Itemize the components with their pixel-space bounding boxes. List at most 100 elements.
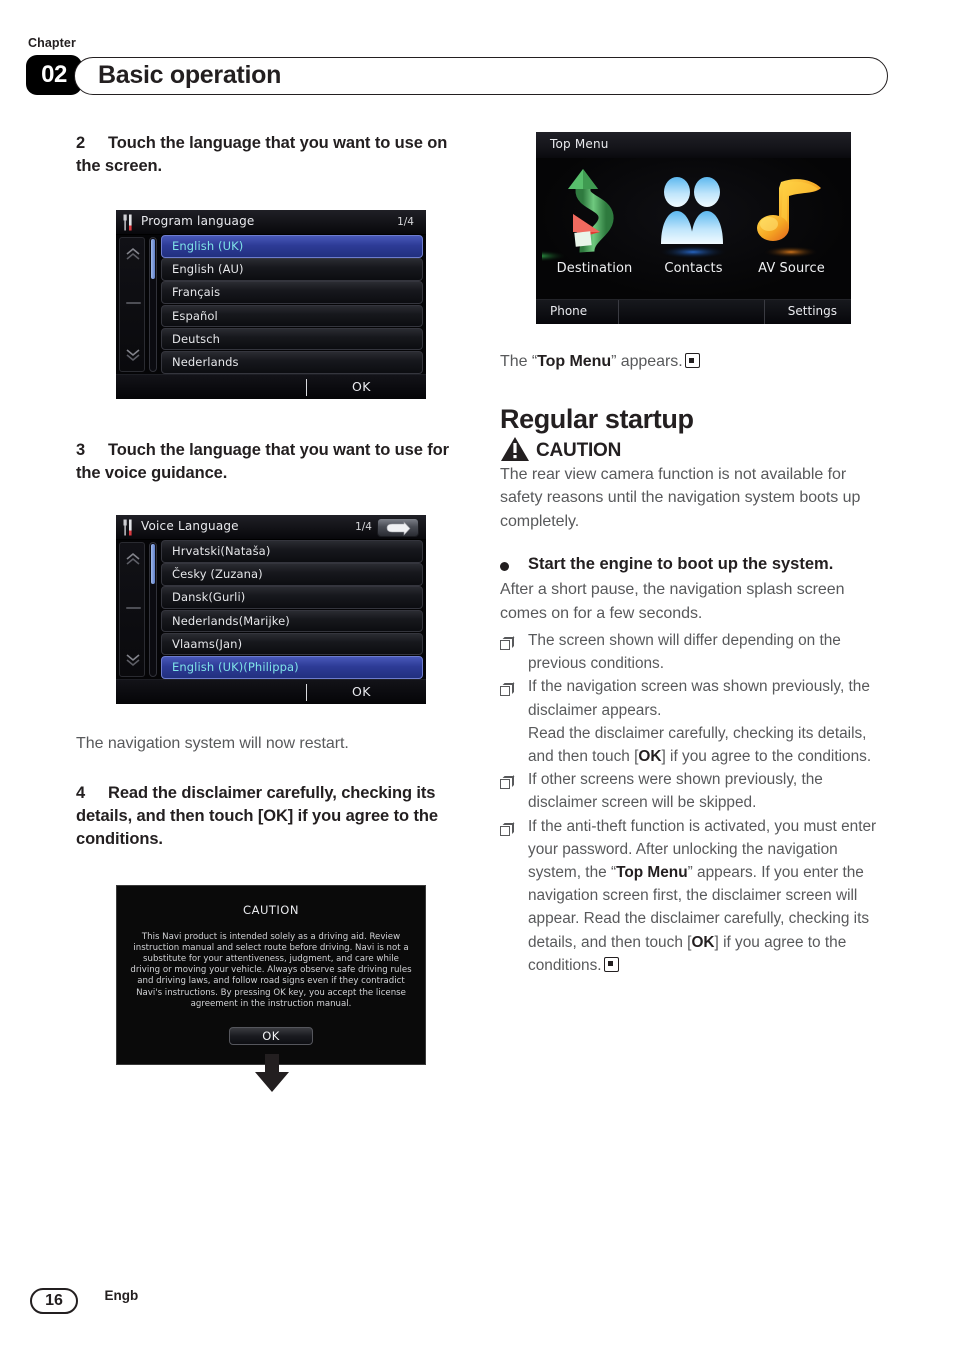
- list-item[interactable]: Nederlands: [161, 350, 423, 374]
- step-3-text: Touch the language that you want to use …: [76, 441, 449, 482]
- list-item-label: English (UK): [172, 239, 244, 253]
- bullet-dot-icon: [500, 553, 528, 578]
- page-title: Basic operation: [98, 61, 282, 89]
- contacts-glyph: [641, 166, 746, 261]
- program-language-body: English (UK) English (AU) Français Españ…: [116, 235, 426, 374]
- caution-text: The rear view camera function is not ava…: [500, 465, 861, 530]
- voice-language-scrollbar[interactable]: [149, 542, 157, 677]
- top-menu-phone-button[interactable]: Phone: [550, 304, 587, 318]
- list-item-label: Nederlands: [172, 354, 239, 369]
- note-item: If the anti-theft function is activated,…: [500, 815, 892, 977]
- note-text: If the navigation screen was shown previ…: [528, 678, 872, 766]
- back-arrow-icon: [386, 521, 411, 536]
- list-item-label: Česky (Zuzana): [172, 567, 263, 582]
- scroll-divider: [126, 302, 141, 304]
- page-number-badge: 16: [30, 1288, 78, 1314]
- top-menu-destination[interactable]: Destination: [536, 166, 647, 276]
- voice-language-screenshot: Voice Language 1/4 Hrvatski(Nataša) Česk…: [116, 515, 426, 704]
- boot-bullet: Start the engine to boot up the system.: [500, 553, 892, 578]
- program-language-titlebar: Program language 1/4: [116, 210, 426, 235]
- scroll-down-icon[interactable]: [125, 348, 141, 362]
- program-language-scrollbar[interactable]: [149, 237, 157, 372]
- notes-list: The screen shown will differ depending o…: [500, 629, 892, 977]
- caution-heading: CAUTION: [500, 436, 892, 462]
- voice-language-footer: OK: [116, 679, 426, 704]
- list-item[interactable]: English (UK): [161, 235, 423, 258]
- list-item[interactable]: English (AU): [161, 258, 423, 281]
- top-menu-title: Top Menu: [550, 137, 609, 151]
- top-menu-contacts[interactable]: Contacts: [641, 166, 746, 276]
- scrollbar-thumb[interactable]: [151, 544, 155, 584]
- scroll-up-icon[interactable]: [125, 552, 141, 566]
- top-menu-contacts-label: Contacts: [664, 261, 723, 276]
- top-menu-av-source[interactable]: AV Source: [739, 166, 844, 276]
- step-4-text: Read the disclaimer carefully, checking …: [76, 783, 438, 848]
- voice-language-title: Voice Language: [141, 519, 239, 533]
- list-item[interactable]: Español: [161, 304, 423, 328]
- list-item-label: Vlaams(Jan): [172, 636, 243, 651]
- list-item-label: Español: [172, 308, 218, 323]
- list-item[interactable]: Dansk(Gurli): [161, 586, 423, 609]
- note-text: The screen shown will differ depending o…: [528, 632, 841, 673]
- program-language-footer: OK: [116, 374, 426, 399]
- list-item[interactable]: Vlaams(Jan): [161, 632, 423, 656]
- top-menu-caption: The “Top Menu” appears.: [500, 350, 892, 374]
- program-language-list: English (UK) English (AU) Français Españ…: [161, 235, 423, 374]
- voice-language-body: Hrvatski(Nataša) Česky (Zuzana) Dansk(Gu…: [116, 540, 426, 679]
- step-3: 3 Touch the language that you want to use…: [76, 439, 468, 485]
- list-item-label: Nederlands(Marijke): [172, 613, 290, 628]
- step-2-text: Touch the language that you want to use …: [76, 134, 448, 175]
- voice-language-list: Hrvatski(Nataša) Česky (Zuzana) Dansk(Gu…: [161, 540, 423, 679]
- voice-language-scroll-buttons[interactable]: [119, 542, 145, 677]
- scrollbar-thumb[interactable]: [151, 239, 155, 279]
- back-button[interactable]: [377, 518, 419, 537]
- left-column: 2 Touch the language that you want to use…: [76, 132, 468, 1065]
- top-menu-footer: Phone Settings: [536, 299, 851, 324]
- footer-divider-right: [764, 300, 765, 324]
- program-language-scroll-buttons[interactable]: [119, 237, 145, 372]
- scroll-up-icon[interactable]: [125, 247, 141, 261]
- caption-bold: Top Menu: [537, 353, 612, 370]
- list-item-label: Dansk(Gurli): [172, 590, 246, 605]
- disclaimer-ok-wrap: OK: [117, 1025, 425, 1045]
- program-language-page-index: 1/4: [397, 216, 414, 228]
- list-item[interactable]: Deutsch: [161, 327, 423, 351]
- program-language-title: Program language: [141, 214, 255, 228]
- disclaimer-screenshot: CAUTION This Navi product is intended so…: [116, 884, 426, 1065]
- ok-button[interactable]: OK: [352, 379, 371, 394]
- note-marker-icon: [500, 629, 528, 675]
- program-language-screenshot: Program language 1/4 English (UK) Englis…: [116, 210, 426, 399]
- top-menu-body: Destination Contacts AV Source: [536, 158, 851, 299]
- footer-divider: [306, 684, 307, 701]
- list-item-label: English (AU): [172, 262, 244, 277]
- top-menu-destination-label: Destination: [556, 261, 633, 276]
- top-menu-settings-button[interactable]: Settings: [788, 304, 837, 318]
- language-code: Engb: [104, 1288, 139, 1303]
- section-heading: Regular startup: [500, 403, 694, 434]
- right-column: Top Menu Destination Contacts AV Source …: [500, 132, 892, 977]
- step-2: 2 Touch the language that you want to use…: [76, 132, 468, 178]
- disclaimer-ok-button[interactable]: OK: [229, 1026, 313, 1045]
- list-item-label: Français: [172, 285, 221, 300]
- list-item[interactable]: Nederlands(Marijke): [161, 609, 423, 633]
- list-item[interactable]: Français: [161, 281, 423, 304]
- ok-button[interactable]: OK: [352, 684, 371, 699]
- list-item[interactable]: Česky (Zuzana): [161, 563, 423, 586]
- list-item-label: English (UK)(Philippa): [172, 659, 299, 674]
- list-item[interactable]: Hrvatski(Nataša): [161, 540, 423, 563]
- end-of-section-mark: [684, 353, 700, 368]
- list-item-label: Hrvatski(Nataša): [172, 544, 271, 558]
- note-text: If other screens were shown previously, …: [528, 771, 823, 812]
- disclaimer-title: CAUTION: [243, 902, 299, 917]
- voice-language-page-index: 1/4: [355, 521, 372, 533]
- scroll-down-icon[interactable]: [125, 653, 141, 667]
- note-text: If the anti-theft function is activated,…: [528, 817, 877, 974]
- list-item-label: Deutsch: [172, 331, 221, 346]
- down-arrow-icon: [255, 1054, 289, 1092]
- step-2-number: 2: [76, 134, 86, 152]
- note-marker-icon: [500, 675, 528, 768]
- list-item[interactable]: English (UK)(Philippa): [161, 655, 423, 679]
- page-header: Chapter 02 Basic operation: [0, 0, 954, 110]
- top-menu-screenshot: Top Menu Destination Contacts AV Source …: [536, 132, 851, 324]
- note-marker-icon: [500, 768, 528, 814]
